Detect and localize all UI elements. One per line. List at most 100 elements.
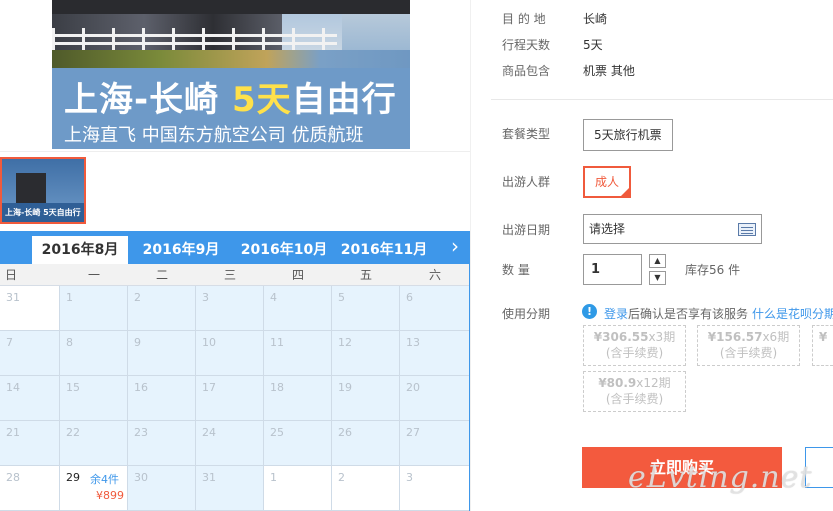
- travel-date-select[interactable]: 请选择: [583, 214, 762, 244]
- calendar-day-number: 31: [202, 471, 216, 484]
- package-option-button[interactable]: 5天旅行机票: [583, 119, 673, 151]
- calendar-day-price: ¥899: [96, 489, 124, 502]
- product-banner-image: 上海-长崎 5天自由行 上海直飞 中国东方航空公司 优质航班: [52, 0, 410, 149]
- calendar-day: 17: [196, 376, 264, 421]
- left-divider: [0, 151, 470, 152]
- weekday-6: 六: [428, 268, 441, 282]
- calendar-day: 3: [196, 286, 264, 331]
- travel-date-value: 请选择: [589, 222, 626, 236]
- calendar-day: 3: [400, 466, 470, 511]
- destination-label: 目 的 地: [502, 12, 546, 26]
- calendar-day-number: 13: [406, 336, 420, 349]
- calendar-day-number: 2: [134, 291, 141, 304]
- calendar-day: 7: [0, 331, 60, 376]
- gallery-thumbnail-selected[interactable]: 上海-长崎 5天自由行: [0, 157, 86, 224]
- weekday-4: 四: [291, 268, 304, 282]
- calendar-icon[interactable]: [738, 223, 756, 236]
- tab-month-2[interactable]: 2016年10月: [236, 236, 332, 264]
- calendar-day-number: 5: [338, 291, 345, 304]
- calendar-day-number: 21: [6, 426, 20, 439]
- calendar-day: 12: [332, 331, 400, 376]
- calendar-day-number: 19: [338, 381, 352, 394]
- calendar-day-number: 18: [270, 381, 284, 394]
- chevron-right-icon[interactable]: ›: [444, 231, 466, 264]
- calendar-day-number: 1: [66, 291, 73, 304]
- calendar-day: 16: [128, 376, 196, 421]
- checkmark-icon: ✓: [621, 187, 629, 196]
- calendar-day: 28: [0, 466, 60, 511]
- quantity-decrement-icon[interactable]: ▼: [649, 271, 666, 285]
- info-divider: [491, 99, 833, 100]
- installment-help-link[interactable]: 什么是花呗分期: [752, 307, 833, 321]
- calendar-day: 19: [332, 376, 400, 421]
- calendar-day-number: 23: [134, 426, 148, 439]
- calendar-day-number: 17: [202, 381, 216, 394]
- calendar-day: 27: [400, 421, 470, 466]
- calendar-day: 1: [264, 466, 332, 511]
- calendar-day-number: 26: [338, 426, 352, 439]
- calendar-day-number: 22: [66, 426, 80, 439]
- calendar-day-number: 1: [270, 471, 277, 484]
- weekday-2: 二: [155, 268, 168, 282]
- installment-label: 使用分期: [502, 307, 551, 321]
- calendar-day: 25: [264, 421, 332, 466]
- calendar-day: 11: [264, 331, 332, 376]
- tab-month-1[interactable]: 2016年9月: [133, 236, 229, 264]
- installment-plan-12[interactable]: ¥80.9x12期 (含手续费): [583, 371, 686, 412]
- tab-month-3[interactable]: 2016年11月: [336, 236, 432, 264]
- calendar-day: 1: [60, 286, 128, 331]
- calendar-day-number: 3: [202, 291, 209, 304]
- calendar-day: 30: [128, 466, 196, 511]
- weekday-3: 三: [223, 268, 236, 282]
- column-separator: [470, 0, 471, 511]
- calendar-day-number: 29: [66, 471, 80, 484]
- weekday-0: 日: [4, 268, 17, 282]
- calendar-day-number: 20: [406, 381, 420, 394]
- travel-date-label: 出游日期: [502, 223, 551, 237]
- calendar-day-number: 7: [6, 336, 13, 349]
- quantity-input[interactable]: 1: [583, 254, 642, 285]
- calendar-day-number: 31: [6, 291, 20, 304]
- calendar-day-number: 10: [202, 336, 216, 349]
- calendar-day-number: 30: [134, 471, 148, 484]
- calendar-day-number: 9: [134, 336, 141, 349]
- includes-label: 商品包含: [502, 64, 551, 78]
- installment-notice: 登录后确认是否享有该服务 什么是花呗分期: [604, 305, 833, 322]
- traveler-group-adult-button[interactable]: 成人 ✓: [583, 166, 632, 198]
- weekday-5: 五: [359, 268, 372, 282]
- calendar-day: 10: [196, 331, 264, 376]
- calendar-day-number: 28: [6, 471, 20, 484]
- calendar-day: 22: [60, 421, 128, 466]
- info-icon: !: [582, 304, 597, 319]
- calendar-day: 20: [400, 376, 470, 421]
- calendar-day-available[interactable]: 29 余4件 ¥899: [60, 466, 128, 511]
- calendar-day-number: 2: [338, 471, 345, 484]
- installment-plan-6[interactable]: ¥156.57x6期 (含手续费): [697, 325, 800, 366]
- calendar-day-number: 3: [406, 471, 413, 484]
- calendar-day: 31: [0, 286, 60, 331]
- calendar-day: 6: [400, 286, 470, 331]
- traveler-group-label: 出游人群: [502, 175, 551, 189]
- calendar-day: 23: [128, 421, 196, 466]
- installment-plan-9[interactable]: ¥: [812, 325, 833, 366]
- calendar-day: 5: [332, 286, 400, 331]
- installment-plan-3[interactable]: ¥306.55x3期 (含手续费): [583, 325, 686, 366]
- package-type-label: 套餐类型: [502, 127, 551, 141]
- calendar-day: 2: [332, 466, 400, 511]
- banner-title: 上海-长崎 5天自由行: [64, 80, 397, 120]
- calendar-day: 31: [196, 466, 264, 511]
- tab-month-0[interactable]: 2016年8月: [32, 236, 128, 264]
- thumbnail-caption: 上海-长崎 5天自由行: [5, 208, 81, 217]
- calendar-day: 8: [60, 331, 128, 376]
- calendar-day-number: 11: [270, 336, 284, 349]
- calendar-day: 18: [264, 376, 332, 421]
- calendar-day-stock: 余4件: [90, 473, 119, 486]
- calendar-day-number: 15: [66, 381, 80, 394]
- calendar-day-number: 24: [202, 426, 216, 439]
- quantity-increment-icon[interactable]: ▲: [649, 254, 666, 268]
- calendar-day-number: 25: [270, 426, 284, 439]
- calendar-day-number: 4: [270, 291, 277, 304]
- calendar-day-number: 14: [6, 381, 20, 394]
- calendar-day: 24: [196, 421, 264, 466]
- installment-login-link[interactable]: 登录: [604, 307, 628, 321]
